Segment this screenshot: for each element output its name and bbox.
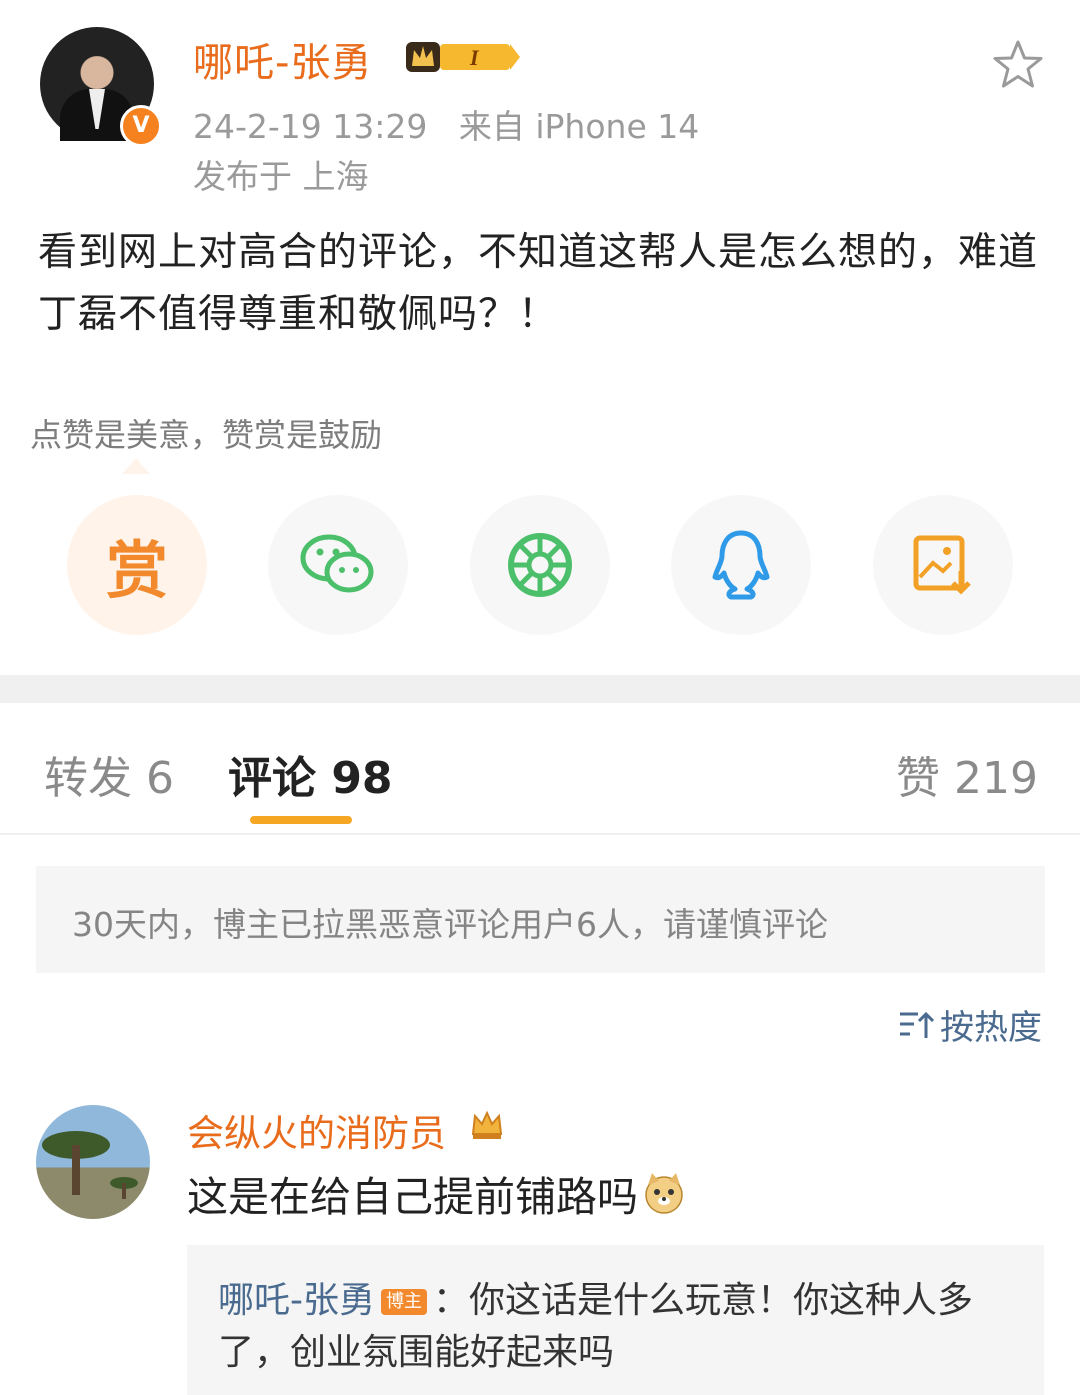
share-qq-button[interactable] xyxy=(671,495,811,635)
tab-likes[interactable]: 赞 219 xyxy=(896,742,1038,806)
section-divider xyxy=(0,675,1080,703)
doge-emoji-icon xyxy=(645,1173,683,1214)
sort-button[interactable]: 按热度 xyxy=(898,1000,1042,1049)
qq-icon xyxy=(712,530,770,600)
post-location: 发布于 上海 xyxy=(193,157,369,196)
save-image-button[interactable] xyxy=(873,495,1013,635)
sort-label: 按热度 xyxy=(940,1008,1042,1048)
post-meta: 24-2-19 13:29 来自 iPhone 14 xyxy=(193,100,699,148)
tabs-separator xyxy=(0,833,1080,835)
reply-author[interactable]: 哪吒-张勇 xyxy=(218,1280,375,1321)
wechat-icon xyxy=(300,534,374,593)
block-notice-text: 30天内，博主已拉黑恶意评论用户6人，请谨慎评论 xyxy=(72,905,828,944)
tip-pointer xyxy=(122,458,150,474)
sort-icon xyxy=(900,1011,934,1038)
commenter-avatar[interactable] xyxy=(36,1105,150,1219)
tab-reposts[interactable]: 转发 6 xyxy=(44,742,174,806)
level-badge-text: I xyxy=(469,45,480,70)
vip-crown-badge-icon[interactable]: I xyxy=(404,36,522,76)
author-avatar[interactable]: V xyxy=(40,27,162,147)
crown-icon xyxy=(471,1110,503,1139)
moments-icon xyxy=(508,533,572,597)
commenter-name[interactable]: 会纵火的消防员 xyxy=(187,1103,446,1157)
block-notice: 30天内，博主已拉黑恶意评论用户6人，请谨慎评论 xyxy=(36,866,1045,973)
share-moments-button[interactable] xyxy=(470,495,610,635)
tab-comments[interactable]: 评论 98 xyxy=(228,742,393,806)
comment-text: 这是在给自己提前铺路吗 xyxy=(187,1173,638,1221)
reward-button[interactable]: 赏 xyxy=(67,495,207,635)
active-tab-indicator xyxy=(250,816,352,824)
reply-content: 哪吒-张勇 博主 ：你这话是什么玩意！你这种人多了，创业氛围能好起来吗 xyxy=(218,1275,1018,1379)
verified-badge-icon: V xyxy=(120,105,162,147)
tree-avatar-image xyxy=(42,1131,138,1199)
reward-tip: 点赞是美意，赞赏是鼓励 xyxy=(30,416,383,454)
share-wechat-button[interactable] xyxy=(268,495,408,635)
blogger-badge: 博主 xyxy=(381,1289,427,1315)
favorite-star-icon[interactable] xyxy=(990,38,1046,94)
post-timestamp: 24-2-19 13:29 xyxy=(193,107,428,146)
reward-icon: 赏 xyxy=(105,534,168,607)
save-image-icon xyxy=(913,535,971,595)
post-content: 看到网上对高合的评论，不知道这帮人是怎么想的，难道丁磊不值得尊重和敬佩吗？！ xyxy=(38,230,1039,337)
post-source: 来自 iPhone 14 xyxy=(458,107,700,146)
reply-box[interactable]: 哪吒-张勇 博主 ：你这话是什么玩意！你这种人多了，创业氛围能好起来吗 xyxy=(187,1245,1044,1395)
comment-body: 这是在给自己提前铺路吗 xyxy=(187,1163,686,1223)
author-name[interactable]: 哪吒-张勇 xyxy=(193,30,372,88)
